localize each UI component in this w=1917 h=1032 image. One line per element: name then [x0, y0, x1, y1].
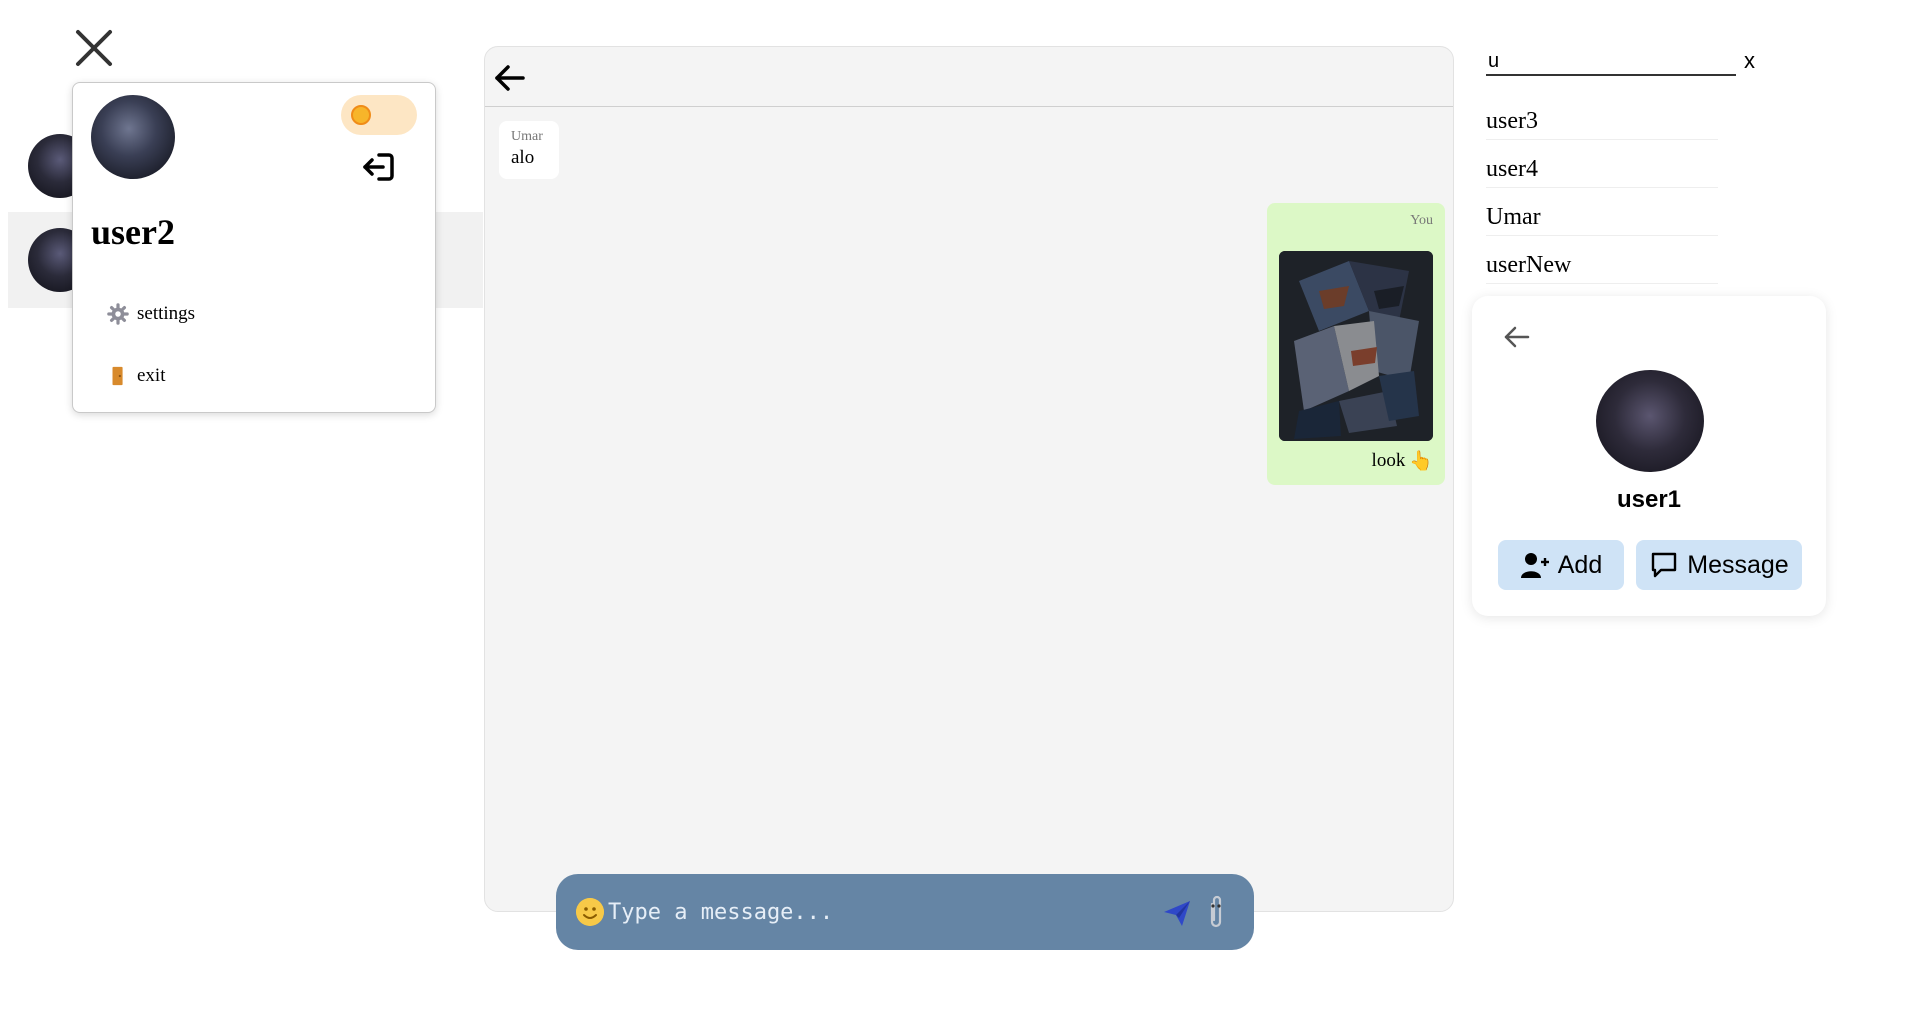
back-arrow-icon[interactable] — [493, 61, 527, 95]
card-username: user1 — [1616, 486, 1682, 513]
smile-icon[interactable] — [576, 898, 604, 926]
chat-header — [485, 47, 1453, 107]
message-image[interactable] — [1279, 251, 1433, 441]
user-profile-card: user1 Add Message — [1472, 296, 1826, 616]
menu-item-settings[interactable]: settings — [107, 297, 195, 331]
button-label: Add — [1557, 550, 1603, 579]
message-caption: look 👆 — [1372, 449, 1433, 473]
profile-username: user2 — [91, 212, 175, 252]
search-result-item[interactable]: user4 — [1486, 150, 1718, 188]
message-input[interactable] — [608, 892, 1128, 932]
user-plus-icon — [1520, 553, 1549, 578]
search-input[interactable] — [1486, 48, 1736, 76]
send-icon[interactable] — [1162, 898, 1192, 928]
back-arrow-icon[interactable] — [1502, 322, 1532, 352]
search-result-item[interactable]: user3 — [1486, 102, 1718, 140]
message-text: alo — [511, 147, 535, 168]
search-result-item[interactable]: Umar — [1486, 198, 1718, 236]
search-clear-button[interactable]: x — [1744, 48, 1755, 74]
message-incoming[interactable]: Umar alo — [499, 121, 559, 179]
close-icon[interactable] — [72, 26, 116, 70]
chat-bubble-icon — [1652, 552, 1677, 578]
sun-icon — [351, 105, 371, 125]
avatar[interactable] — [91, 95, 175, 179]
chat-area: Umar alo You look 👆 — [484, 46, 1454, 912]
message-text: look — [1371, 450, 1406, 471]
message-sender: Umar — [511, 129, 543, 144]
pointing-up-icon: 👆 — [1409, 451, 1433, 472]
menu-item-exit[interactable]: exit — [107, 359, 166, 393]
message-user-button[interactable]: Message — [1636, 540, 1802, 590]
message-outgoing[interactable]: You look 👆 — [1267, 203, 1445, 485]
gear-icon — [107, 303, 129, 325]
theme-toggle[interactable] — [341, 95, 417, 135]
search-result-item[interactable]: userNew — [1486, 246, 1718, 284]
paperclip-icon[interactable] — [1204, 894, 1228, 930]
menu-item-label: settings — [137, 303, 196, 324]
avatar — [1596, 370, 1704, 472]
painting-image — [1279, 251, 1433, 441]
button-label: Message — [1687, 550, 1789, 579]
door-icon — [112, 366, 123, 386]
message-sender: You — [1410, 213, 1433, 228]
message-composer — [556, 874, 1254, 950]
add-friend-button[interactable]: Add — [1498, 540, 1624, 590]
profile-panel: user2 settings exit — [72, 82, 436, 413]
menu-item-label: exit — [137, 365, 166, 386]
logout-icon[interactable] — [359, 149, 399, 185]
